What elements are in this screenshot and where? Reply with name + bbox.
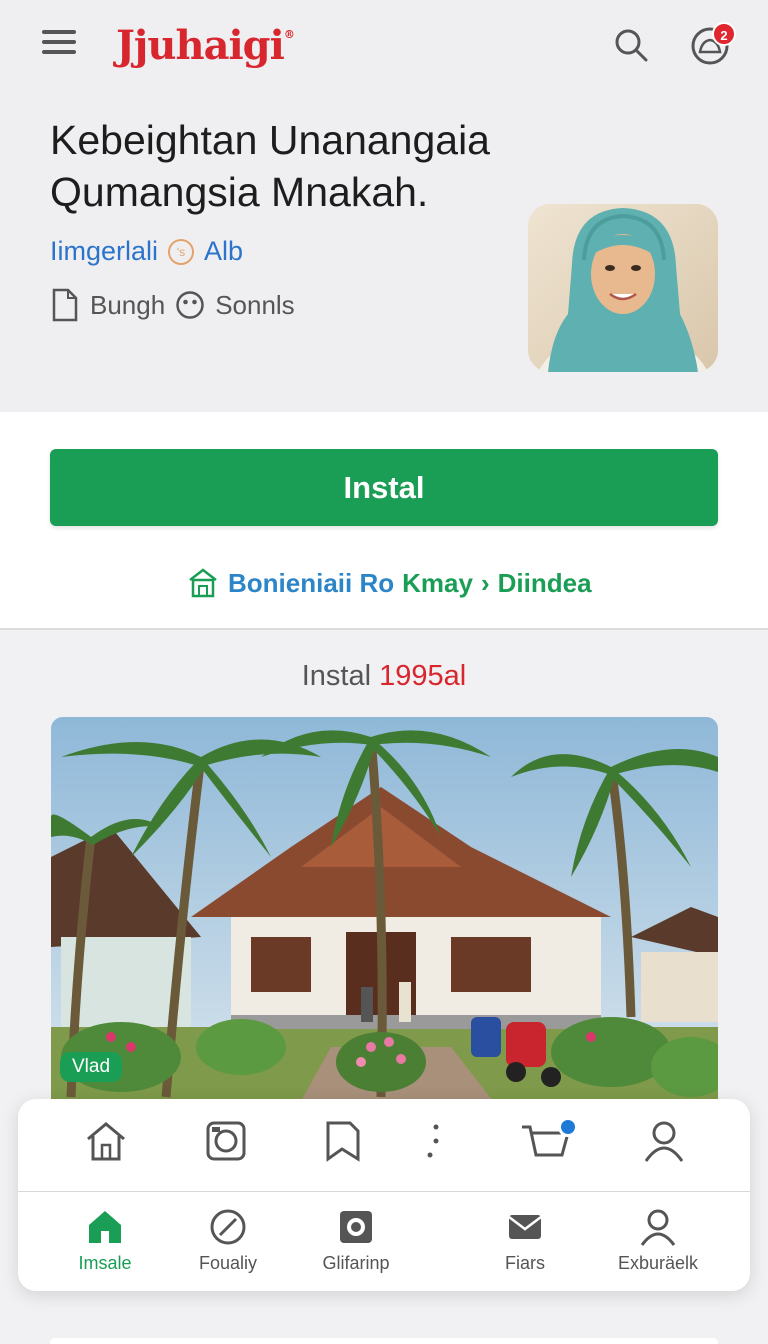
- document-icon: [52, 288, 78, 322]
- logo-mark: ®: [283, 28, 295, 41]
- chevron-right-icon: ›: [480, 567, 490, 598]
- logo-text: Jjuhaigi: [116, 22, 285, 69]
- install-button[interactable]: Instal: [50, 449, 718, 526]
- house-photo-icon: [51, 717, 718, 1137]
- mail-icon: [508, 1215, 542, 1239]
- nav-item-profile[interactable]: Exburäelk: [588, 1207, 728, 1274]
- page-title: Kebeightan Unanangaia Qumangsia Mnakah.: [50, 114, 570, 218]
- section-title-prefix: Instal: [301, 660, 372, 692]
- home-icon: [89, 1211, 121, 1243]
- badge-icon: ʹs: [168, 238, 195, 265]
- nav-item-settings[interactable]: Glifarinp: [286, 1207, 426, 1274]
- subtitle-left[interactable]: Iimgerlali: [50, 236, 158, 267]
- hero-image[interactable]: [51, 717, 718, 1137]
- bookmark-icon[interactable]: [320, 1119, 364, 1163]
- hero-tag-badge: Vlad: [60, 1052, 123, 1082]
- secondary-link[interactable]: Bonieniaii Ro Kmay › Diindea: [186, 566, 592, 600]
- section-title-highlight: 1995al: [379, 660, 467, 692]
- home-outline-icon[interactable]: [84, 1119, 128, 1163]
- user-icon[interactable]: [642, 1119, 686, 1163]
- dots-icon[interactable]: [412, 1119, 456, 1163]
- menu-icon[interactable]: [42, 30, 78, 58]
- nav-item-messages[interactable]: Fiars: [455, 1207, 595, 1274]
- gear-icon: [340, 1211, 372, 1243]
- link-text-3: Diindea: [497, 567, 592, 598]
- top-bar: Jjuhaigi® 2: [0, 0, 768, 90]
- meta-row: Bungh Sonnls: [50, 288, 295, 322]
- next-card-peek: [50, 1338, 718, 1344]
- nav-item-home[interactable]: Imsale: [35, 1207, 175, 1274]
- nav-label-explore: Foualiy: [198, 1253, 258, 1273]
- cart-indicator-dot: [558, 1117, 578, 1137]
- meta-left: Bungh: [90, 289, 166, 320]
- avatar: [528, 204, 718, 372]
- nav-label-home: Imsale: [78, 1253, 132, 1273]
- app-logo[interactable]: Jjuhaigi®: [116, 22, 295, 69]
- bottom-nav-card: Imsale Foualiy Glifarinp Fiars Exburäelk: [18, 1099, 750, 1291]
- profile-icon: [640, 1209, 676, 1246]
- camera-icon[interactable]: [204, 1119, 248, 1163]
- nav-label-messages: Fiars: [505, 1253, 545, 1273]
- section-title: Instal 1995al: [0, 660, 768, 693]
- nav-label-profile: Exburäelk: [617, 1253, 699, 1273]
- compass-icon: [210, 1209, 246, 1245]
- nav-item-explore[interactable]: Foualiy: [158, 1207, 298, 1274]
- title-line-2: Qumangsia Mnakah.: [50, 169, 429, 215]
- link-text-1: Bonieniaii Ro: [228, 567, 395, 598]
- meta-right: Sonnls: [215, 289, 295, 320]
- subtitle-right[interactable]: Alb: [204, 236, 243, 267]
- title-line-1: Kebeightan Unanangaia: [50, 117, 490, 163]
- nav-label-settings: Glifarinp: [322, 1253, 390, 1273]
- person-photo-icon: [528, 204, 718, 372]
- notification-badge: 2: [712, 22, 736, 46]
- store-icon: [189, 568, 217, 598]
- subtitle-row: Iimgerlali ʹs Alb: [50, 236, 243, 267]
- link-text-2: Kmay: [402, 567, 473, 598]
- cta-section: Instal Bonieniaii Ro Kmay › Diindea: [0, 412, 768, 630]
- search-icon[interactable]: [612, 26, 650, 64]
- face-icon: [176, 291, 204, 319]
- app-header-section: Jjuhaigi® 2 Kebeightan Unanangaia Qumang…: [0, 0, 768, 412]
- quick-actions-row: [18, 1099, 750, 1192]
